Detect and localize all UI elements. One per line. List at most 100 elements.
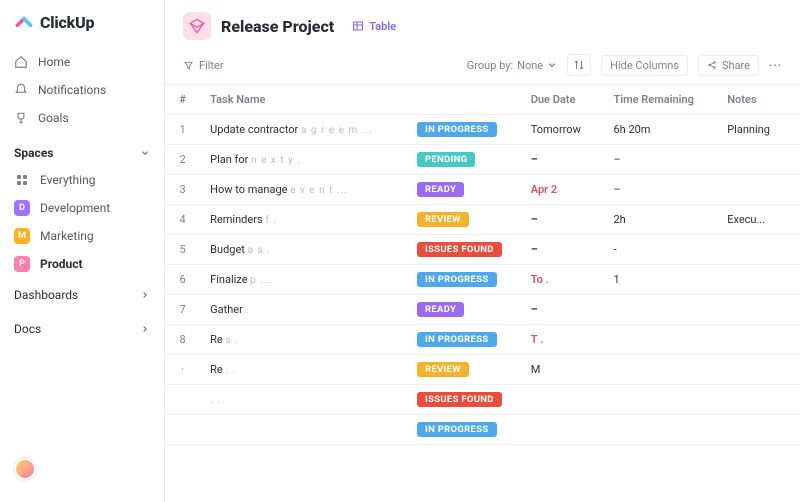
- table-row[interactable]: 4 Reminders f . REVIEW – 2h Execu...: [165, 205, 800, 235]
- col-header-time[interactable]: Time Remaining: [603, 85, 717, 115]
- share-button[interactable]: Share: [698, 55, 759, 76]
- nav-notifications[interactable]: Notifications: [0, 76, 164, 104]
- due-cell[interactable]: T .: [521, 325, 604, 355]
- due-cell[interactable]: M: [521, 355, 604, 385]
- nav-home[interactable]: Home: [0, 48, 164, 76]
- col-header-number[interactable]: #: [165, 85, 200, 115]
- status-cell[interactable]: ISSUES FOUND: [407, 385, 521, 415]
- task-name-cell[interactable]: Reminders f .: [200, 205, 407, 235]
- task-name-cell[interactable]: . .: [200, 385, 407, 415]
- time-cell[interactable]: [603, 295, 717, 325]
- row-number: 5: [165, 235, 200, 265]
- task-name-cell[interactable]: Re s .: [200, 325, 407, 355]
- task-name-cell[interactable]: [200, 415, 407, 445]
- due-cell[interactable]: –: [521, 235, 604, 265]
- status-cell[interactable]: IN PROGRESS: [407, 115, 521, 145]
- sidebar: ClickUp Home Notifications Goals Spaces …: [0, 0, 165, 502]
- space-item[interactable]: DDevelopment: [0, 194, 164, 222]
- sort-button[interactable]: [567, 54, 591, 76]
- col-header-status[interactable]: [407, 85, 521, 115]
- time-cell[interactable]: –: [603, 175, 717, 205]
- table-row[interactable]: · Re . . REVIEW M: [165, 355, 800, 385]
- notes-cell[interactable]: [717, 325, 800, 355]
- col-header-due[interactable]: Due Date: [521, 85, 604, 115]
- avatar[interactable]: [14, 458, 36, 480]
- table-row[interactable]: 8 Re s . IN PROGRESS T .: [165, 325, 800, 355]
- due-cell[interactable]: –: [521, 205, 604, 235]
- status-cell[interactable]: PENDING: [407, 145, 521, 175]
- space-item[interactable]: MMarketing: [0, 222, 164, 250]
- due-cell[interactable]: [521, 415, 604, 445]
- task-name-cell[interactable]: Update contractor a g r e e m ...: [200, 115, 407, 145]
- status-cell[interactable]: REVIEW: [407, 205, 521, 235]
- group-by-button[interactable]: Group by: None: [467, 59, 557, 72]
- project-icon[interactable]: [183, 12, 211, 40]
- row-number: [165, 385, 200, 415]
- col-header-notes[interactable]: Notes: [717, 85, 800, 115]
- status-badge: READY: [417, 302, 464, 317]
- notes-cell[interactable]: [717, 415, 800, 445]
- hide-columns-button[interactable]: Hide Columns: [601, 55, 688, 76]
- time-cell[interactable]: 1: [603, 265, 717, 295]
- status-cell[interactable]: IN PROGRESS: [407, 265, 521, 295]
- notes-cell[interactable]: [717, 355, 800, 385]
- notes-cell[interactable]: [717, 265, 800, 295]
- status-cell[interactable]: IN PROGRESS: [407, 415, 521, 445]
- row-number: 6: [165, 265, 200, 295]
- task-table: # Task Name Due Date Time Remaining Note…: [165, 85, 800, 445]
- table-row[interactable]: 6 Finalize p ... IN PROGRESS To . 1: [165, 265, 800, 295]
- more-button[interactable]: ···: [769, 59, 782, 72]
- time-cell[interactable]: [603, 385, 717, 415]
- time-cell[interactable]: -: [603, 235, 717, 265]
- notes-cell[interactable]: Planning: [717, 115, 800, 145]
- task-name-cell[interactable]: Re . .: [200, 355, 407, 385]
- time-cell[interactable]: 6h 20m: [603, 115, 717, 145]
- time-cell[interactable]: [603, 325, 717, 355]
- table-row[interactable]: IN PROGRESS: [165, 415, 800, 445]
- task-name-cell[interactable]: Budget a s .: [200, 235, 407, 265]
- view-table[interactable]: Table: [344, 16, 404, 37]
- status-badge: REVIEW: [417, 212, 469, 227]
- task-name-cell[interactable]: How to manage e v e n t ...: [200, 175, 407, 205]
- docs-section[interactable]: Docs: [0, 312, 164, 346]
- space-item[interactable]: PProduct: [0, 250, 164, 278]
- filter-button[interactable]: Filter: [183, 59, 224, 72]
- task-name-cell[interactable]: Gather .: [200, 295, 407, 325]
- table-row[interactable]: 5 Budget a s . ISSUES FOUND – -: [165, 235, 800, 265]
- table-row[interactable]: . . ISSUES FOUND: [165, 385, 800, 415]
- notes-cell[interactable]: Execu...: [717, 205, 800, 235]
- due-cell[interactable]: –: [521, 145, 604, 175]
- notes-cell[interactable]: [717, 385, 800, 415]
- nav-goals[interactable]: Goals: [0, 104, 164, 132]
- table-row[interactable]: 3 How to manage e v e n t ... READY Apr …: [165, 175, 800, 205]
- due-cell[interactable]: To .: [521, 265, 604, 295]
- due-cell[interactable]: –: [521, 295, 604, 325]
- status-cell[interactable]: REVIEW: [407, 355, 521, 385]
- space-everything[interactable]: Everything: [0, 166, 164, 194]
- due-cell[interactable]: Apr 2: [521, 175, 604, 205]
- task-name-cell[interactable]: Finalize p ...: [200, 265, 407, 295]
- spaces-heading[interactable]: Spaces: [0, 132, 164, 166]
- due-cell[interactable]: [521, 385, 604, 415]
- space-badge: M: [14, 228, 30, 244]
- status-cell[interactable]: ISSUES FOUND: [407, 235, 521, 265]
- status-cell[interactable]: READY: [407, 175, 521, 205]
- table-row[interactable]: 1 Update contractor a g r e e m ... IN P…: [165, 115, 800, 145]
- time-cell[interactable]: [603, 355, 717, 385]
- time-cell[interactable]: –: [603, 145, 717, 175]
- col-header-name[interactable]: Task Name: [200, 85, 407, 115]
- logo[interactable]: ClickUp: [0, 12, 164, 48]
- notes-cell[interactable]: [717, 175, 800, 205]
- dashboards-section[interactable]: Dashboards: [0, 278, 164, 312]
- table-row[interactable]: 7 Gather . READY –: [165, 295, 800, 325]
- table-row[interactable]: 2 Plan for n e x t y . PENDING – –: [165, 145, 800, 175]
- notes-cell[interactable]: [717, 295, 800, 325]
- notes-cell[interactable]: [717, 235, 800, 265]
- status-cell[interactable]: READY: [407, 295, 521, 325]
- time-cell[interactable]: 2h: [603, 205, 717, 235]
- notes-cell[interactable]: [717, 145, 800, 175]
- time-cell[interactable]: [603, 415, 717, 445]
- status-cell[interactable]: IN PROGRESS: [407, 325, 521, 355]
- task-name-cell[interactable]: Plan for n e x t y .: [200, 145, 407, 175]
- due-cell[interactable]: Tomorrow: [521, 115, 604, 145]
